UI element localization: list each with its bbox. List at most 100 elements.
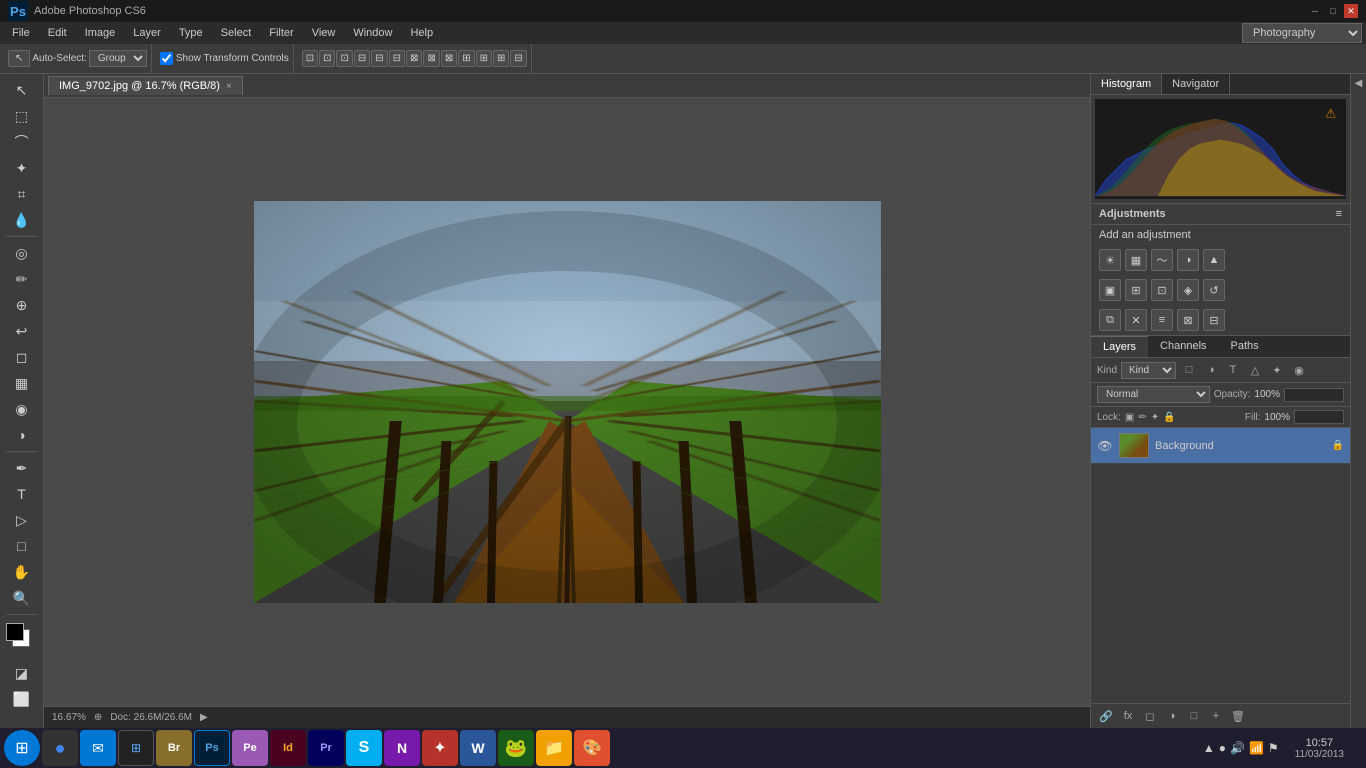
taskbar-pdf[interactable]: ✦ <box>422 730 458 766</box>
start-button[interactable]: ⊞ <box>4 730 40 766</box>
taskbar-premiere[interactable]: Pr <box>308 730 344 766</box>
menu-edit[interactable]: Edit <box>40 25 75 41</box>
menu-type[interactable]: Type <box>171 25 211 41</box>
pen-tool[interactable]: ✒ <box>10 456 34 480</box>
bw-btn[interactable]: ⊡ <box>1151 279 1173 301</box>
new-layer-btn[interactable]: + <box>1207 707 1225 725</box>
photo-filter-btn[interactable]: ◈ <box>1177 279 1199 301</box>
arrange-btn[interactable]: ⊟ <box>510 50 526 67</box>
dist-bottom-btn[interactable]: ⊞ <box>493 50 509 67</box>
path-select-tool[interactable]: ▷ <box>10 508 34 532</box>
taskbar-metro[interactable]: ⊞ <box>118 730 154 766</box>
network-status-icon[interactable]: 📶 <box>1249 741 1264 755</box>
tab-histogram[interactable]: Histogram <box>1091 74 1162 94</box>
close-button[interactable]: ✕ <box>1344 4 1358 18</box>
volume-icon[interactable]: 🔊 <box>1230 741 1245 755</box>
posterize-btn[interactable]: ≡ <box>1151 309 1173 331</box>
status-nav-btn[interactable]: ▶ <box>200 712 208 723</box>
dist-middle-btn[interactable]: ⊞ <box>476 50 492 67</box>
taskbar-photoshop[interactable]: Ps <box>194 730 230 766</box>
layer-style-btn[interactable]: fx <box>1119 707 1137 725</box>
auto-select-dropdown[interactable]: Group Layer <box>89 50 147 67</box>
crop-tool[interactable]: ⌗ <box>10 182 34 206</box>
tab-navigator[interactable]: Navigator <box>1162 74 1230 94</box>
move-tool[interactable]: ↖ <box>10 78 34 102</box>
brush-tool[interactable]: ✏ <box>10 267 34 291</box>
eraser-tool[interactable]: ◻ <box>10 345 34 369</box>
taskbar-skype[interactable]: S <box>346 730 382 766</box>
document-tab-close[interactable]: × <box>226 81 232 92</box>
layers-kind-select[interactable]: Kind Name Effect <box>1121 362 1176 379</box>
layer-link-btn[interactable]: 🔗 <box>1097 707 1115 725</box>
lasso-tool[interactable]: ⌒ <box>10 130 34 154</box>
maximize-button[interactable]: □ <box>1326 4 1340 18</box>
taskbar-indesign[interactable]: Id <box>270 730 306 766</box>
lock-all-btn[interactable]: 🔒 <box>1163 412 1175 423</box>
hand-tool[interactable]: ✋ <box>10 560 34 584</box>
document-tab[interactable]: IMG_9702.jpg @ 16.7% (RGB/8) × <box>48 76 243 95</box>
layer-visibility-btn[interactable]: 👁 <box>1097 438 1113 454</box>
network-icon[interactable]: ● <box>1219 741 1226 755</box>
new-group-btn[interactable]: □ <box>1185 707 1203 725</box>
taskbar-clock[interactable]: 10:57 11/03/2013 <box>1289 737 1350 760</box>
opacity-slider[interactable] <box>1284 388 1344 402</box>
history-brush-tool[interactable]: ↩ <box>10 319 34 343</box>
tab-paths[interactable]: Paths <box>1219 336 1271 357</box>
gradient-map-btn[interactable]: ⊟ <box>1203 309 1225 331</box>
exposure-btn[interactable]: ◑ <box>1177 249 1199 271</box>
quick-select-tool[interactable]: ✦ <box>10 156 34 180</box>
gradient-tool[interactable]: ▦ <box>10 371 34 395</box>
levels-btn[interactable]: ▦ <box>1125 249 1147 271</box>
zoom-tool[interactable]: 🔍 <box>10 586 34 610</box>
menu-filter[interactable]: Filter <box>261 25 301 41</box>
dist-top-btn[interactable]: ⊞ <box>458 50 474 67</box>
filter-smart-btn[interactable]: ✦ <box>1268 361 1286 379</box>
workspace-select[interactable]: Photography Essentials 3D <box>1242 23 1362 43</box>
taskbar-outlook[interactable]: ✉ <box>80 730 116 766</box>
taskbar-chrome[interactable]: ● <box>42 730 78 766</box>
menu-help[interactable]: Help <box>402 25 441 41</box>
blur-tool[interactable]: ◉ <box>10 397 34 421</box>
dodge-tool[interactable]: ◑ <box>10 423 34 447</box>
brightness-contrast-btn[interactable]: ☀ <box>1099 249 1121 271</box>
align-left-btn[interactable]: ⊡ <box>302 50 318 67</box>
layer-adjustment-btn[interactable]: ◑ <box>1163 707 1181 725</box>
menu-file[interactable]: File <box>4 25 38 41</box>
panel-collapse-btn[interactable]: ◀ <box>1350 74 1366 728</box>
filter-type-btn[interactable]: T <box>1224 361 1242 379</box>
tab-layers[interactable]: Layers <box>1091 336 1148 357</box>
fill-slider[interactable] <box>1294 410 1344 424</box>
clone-stamp-tool[interactable]: ⊕ <box>10 293 34 317</box>
layer-item[interactable]: 👁 Background 🔒 <box>1091 428 1350 464</box>
dist-center-h-btn[interactable]: ⊠ <box>423 50 439 67</box>
foreground-color-swatch[interactable] <box>6 623 24 641</box>
align-right-btn[interactable]: ⊡ <box>336 50 352 67</box>
vibrance-btn[interactable]: ▲ <box>1203 249 1225 271</box>
layer-mask-btn[interactable]: ◻ <box>1141 707 1159 725</box>
channel-mixer-btn[interactable]: ↺ <box>1203 279 1225 301</box>
screen-mode-btn[interactable]: ⬜ <box>10 687 34 711</box>
menu-window[interactable]: Window <box>345 25 400 41</box>
curves-btn[interactable]: 〜 <box>1151 249 1173 271</box>
menu-view[interactable]: View <box>304 25 344 41</box>
taskbar-word[interactable]: W <box>460 730 496 766</box>
eyedropper-tool[interactable]: 💧 <box>10 208 34 232</box>
shape-tool[interactable]: □ <box>10 534 34 558</box>
taskbar-premiere-elements[interactable]: Pe <box>232 730 268 766</box>
align-center-h-btn[interactable]: ⊡ <box>319 50 335 67</box>
color-lookup-btn[interactable]: ⧉ <box>1099 309 1121 331</box>
taskbar-explorer[interactable]: 📁 <box>536 730 572 766</box>
menu-image[interactable]: Image <box>77 25 124 41</box>
lock-pixels-btn[interactable]: ✏ <box>1138 412 1146 423</box>
filter-toggle-btn[interactable]: ◉ <box>1290 361 1308 379</box>
hsl-btn[interactable]: ▣ <box>1099 279 1121 301</box>
taskbar-palette[interactable]: 🎨 <box>574 730 610 766</box>
quick-mask-btn[interactable]: ◪ <box>10 661 34 685</box>
tab-channels[interactable]: Channels <box>1148 336 1218 357</box>
move-tool-btn[interactable]: ↖ <box>8 50 30 67</box>
menu-select[interactable]: Select <box>213 25 260 41</box>
filter-adjust-btn[interactable]: ◑ <box>1202 361 1220 379</box>
align-bottom-btn[interactable]: ⊟ <box>389 50 405 67</box>
menu-layer[interactable]: Layer <box>125 25 169 41</box>
taskbar-frog[interactable]: 🐸 <box>498 730 534 766</box>
